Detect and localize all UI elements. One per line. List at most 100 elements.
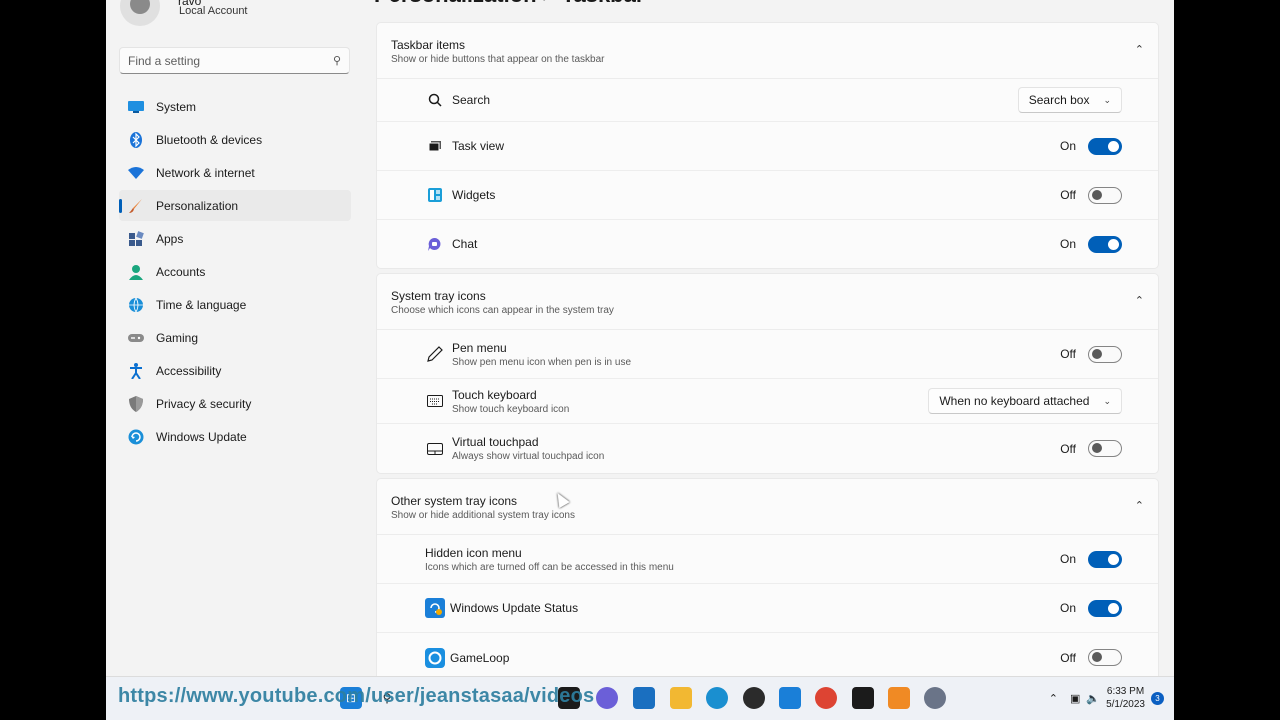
setting-label: Pen menu (452, 340, 507, 355)
taskbar-items-section: Taskbar items Show or hide buttons that … (376, 22, 1159, 269)
toggle-state-label: Off (1060, 441, 1076, 456)
page-title: Personalization > Taskbar (374, 0, 644, 8)
section-title: Taskbar items (391, 38, 466, 52)
setting-row-chat: Chat On (377, 220, 1158, 268)
task-view-toggle[interactable] (1088, 137, 1122, 155)
setting-row-gameloop: GameLoop Off (377, 633, 1158, 682)
pen-menu-toggle[interactable] (1088, 345, 1122, 363)
media-player-icon[interactable] (743, 687, 765, 709)
search-input[interactable]: Find a setting ⚲ (119, 47, 350, 74)
chat-icon (427, 236, 443, 252)
settings-window: ravo Local Account Personalization > Tas… (106, 0, 1174, 720)
settings-gear-icon[interactable] (924, 687, 946, 709)
section-subtitle: Choose which icons can appear in the sys… (391, 305, 614, 316)
taskbar-chat-icon[interactable] (596, 687, 618, 709)
widgets-icon (427, 187, 443, 203)
virtual-touchpad-toggle[interactable] (1088, 440, 1122, 457)
sidebar-item-apps[interactable]: Apps (119, 223, 351, 254)
sidebar-item-gaming[interactable]: Gaming (119, 322, 351, 353)
sidebar-item-label: Windows Update (156, 429, 247, 444)
search-icon (427, 92, 443, 108)
hidden-icon-menu-toggle[interactable] (1088, 550, 1122, 568)
url-watermark: https://www.youtube.com/user/jeanstasaa/… (118, 685, 595, 707)
sidebar-item-label: Personalization (156, 198, 239, 213)
chevron-down-icon: ⌄ (1103, 395, 1111, 406)
shield-icon (128, 395, 144, 412)
system-tray-header[interactable]: System tray icons Choose which icons can… (377, 274, 1158, 330)
gameloop-toggle[interactable] (1088, 649, 1122, 666)
sidebar-item-time-language[interactable]: Time & language (119, 289, 351, 320)
setting-label: Touch keyboard (452, 387, 537, 402)
sidebar-item-bluetooth[interactable]: Bluetooth & devices (119, 124, 351, 155)
toggle-state-label: Off (1060, 650, 1076, 665)
touch-keyboard-dropdown[interactable]: When no keyboard attached ⌄ (928, 388, 1122, 414)
chevron-down-icon: ⌄ (1103, 94, 1111, 105)
task-view-icon (427, 138, 443, 154)
sidebar-item-system[interactable]: System (119, 91, 351, 122)
toggle-state-label: On (1059, 139, 1076, 153)
sidebar-item-personalization[interactable]: Personalization (119, 190, 351, 221)
windows-update-status-toggle[interactable] (1088, 599, 1122, 617)
setting-row-task-view: Task view On (377, 122, 1158, 171)
setting-description: Show pen menu icon when pen is in use (452, 356, 632, 368)
app-icon[interactable] (779, 687, 801, 709)
chevron-up-icon[interactable]: ⌃ (1135, 499, 1144, 512)
avatar[interactable] (120, 0, 160, 26)
sidebar-item-accessibility[interactable]: Accessibility (119, 355, 351, 386)
chrome-icon[interactable] (815, 687, 837, 709)
person-icon (128, 264, 144, 280)
sidebar-item-label: Accessibility (156, 363, 222, 378)
wifi-icon (128, 165, 144, 181)
file-explorer-icon[interactable] (670, 687, 692, 709)
setting-row-hidden-icon-menu: Hidden icon menu Icons which are turned … (377, 535, 1158, 584)
epic-games-icon[interactable] (852, 687, 874, 709)
section-title: Other system tray icons (391, 494, 518, 508)
update-icon (128, 429, 144, 445)
setting-label: Hidden icon menu (425, 545, 522, 560)
dropdown-value: Search box (1028, 93, 1090, 107)
clock[interactable]: 6:33 PM 5/1/2023 (1106, 685, 1145, 711)
toggle-state-label: Off (1060, 188, 1076, 202)
search-mode-dropdown[interactable]: Search box ⌄ (1017, 87, 1122, 113)
setting-row-pen-menu: Pen menu Show pen menu icon when pen is … (377, 330, 1158, 379)
system-tray-section: System tray icons Choose which icons can… (376, 273, 1159, 474)
setting-label: Virtual touchpad (452, 435, 539, 449)
store-icon[interactable] (633, 687, 655, 709)
search-icon[interactable]: ⚲ (333, 54, 341, 67)
sidebar-item-network[interactable]: Network & internet (119, 157, 351, 188)
chat-toggle[interactable] (1088, 235, 1122, 253)
sidebar-item-label: Accounts (156, 264, 206, 279)
chevron-up-icon[interactable]: ⌃ (1135, 294, 1144, 307)
section-subtitle: Show or hide buttons that appear on the … (391, 54, 605, 65)
setting-label: Search (452, 93, 491, 107)
sidebar-item-privacy[interactable]: Privacy & security (119, 388, 351, 419)
sidebar-item-windows-update[interactable]: Windows Update (119, 421, 351, 452)
sidebar-item-accounts[interactable]: Accounts (119, 256, 351, 287)
monitor-icon (128, 99, 144, 115)
sidebar-item-label: Privacy & security (156, 396, 252, 411)
search-placeholder: Find a setting (128, 54, 201, 68)
setting-description: Show touch keyboard icon (452, 403, 570, 415)
gameloop-icon (425, 647, 445, 668)
notification-badge[interactable]: 3 (1151, 691, 1164, 705)
network-icon[interactable]: ▣ (1070, 692, 1080, 705)
controller-icon (128, 330, 144, 346)
app-orange-icon[interactable] (888, 687, 910, 709)
setting-row-widgets: Widgets Off (377, 171, 1158, 220)
setting-row-windows-update-status: Windows Update Status On (377, 584, 1158, 633)
pen-icon (427, 346, 443, 362)
toggle-state-label: On (1059, 552, 1076, 566)
chevron-up-icon[interactable]: ⌃ (1135, 43, 1144, 56)
volume-icon[interactable]: 🔈 (1086, 692, 1100, 705)
section-subtitle: Show or hide additional system tray icon… (391, 510, 575, 521)
other-tray-header[interactable]: Other system tray icons Show or hide add… (377, 479, 1158, 535)
windows-taskbar: ⊞ ⚲ https://www.youtube.com/user/jeansta… (106, 676, 1174, 720)
taskbar-items-header[interactable]: Taskbar items Show or hide buttons that … (377, 23, 1158, 79)
windows-update-status-icon (425, 598, 445, 618)
widgets-toggle[interactable] (1088, 186, 1122, 204)
edge-icon[interactable] (706, 687, 728, 709)
sidebar-item-label: Apps (156, 231, 184, 246)
account-type: Local Account (179, 5, 248, 17)
chevron-up-icon[interactable]: ⌃ (1049, 692, 1058, 705)
setting-description: Always show virtual touchpad icon (452, 451, 605, 462)
